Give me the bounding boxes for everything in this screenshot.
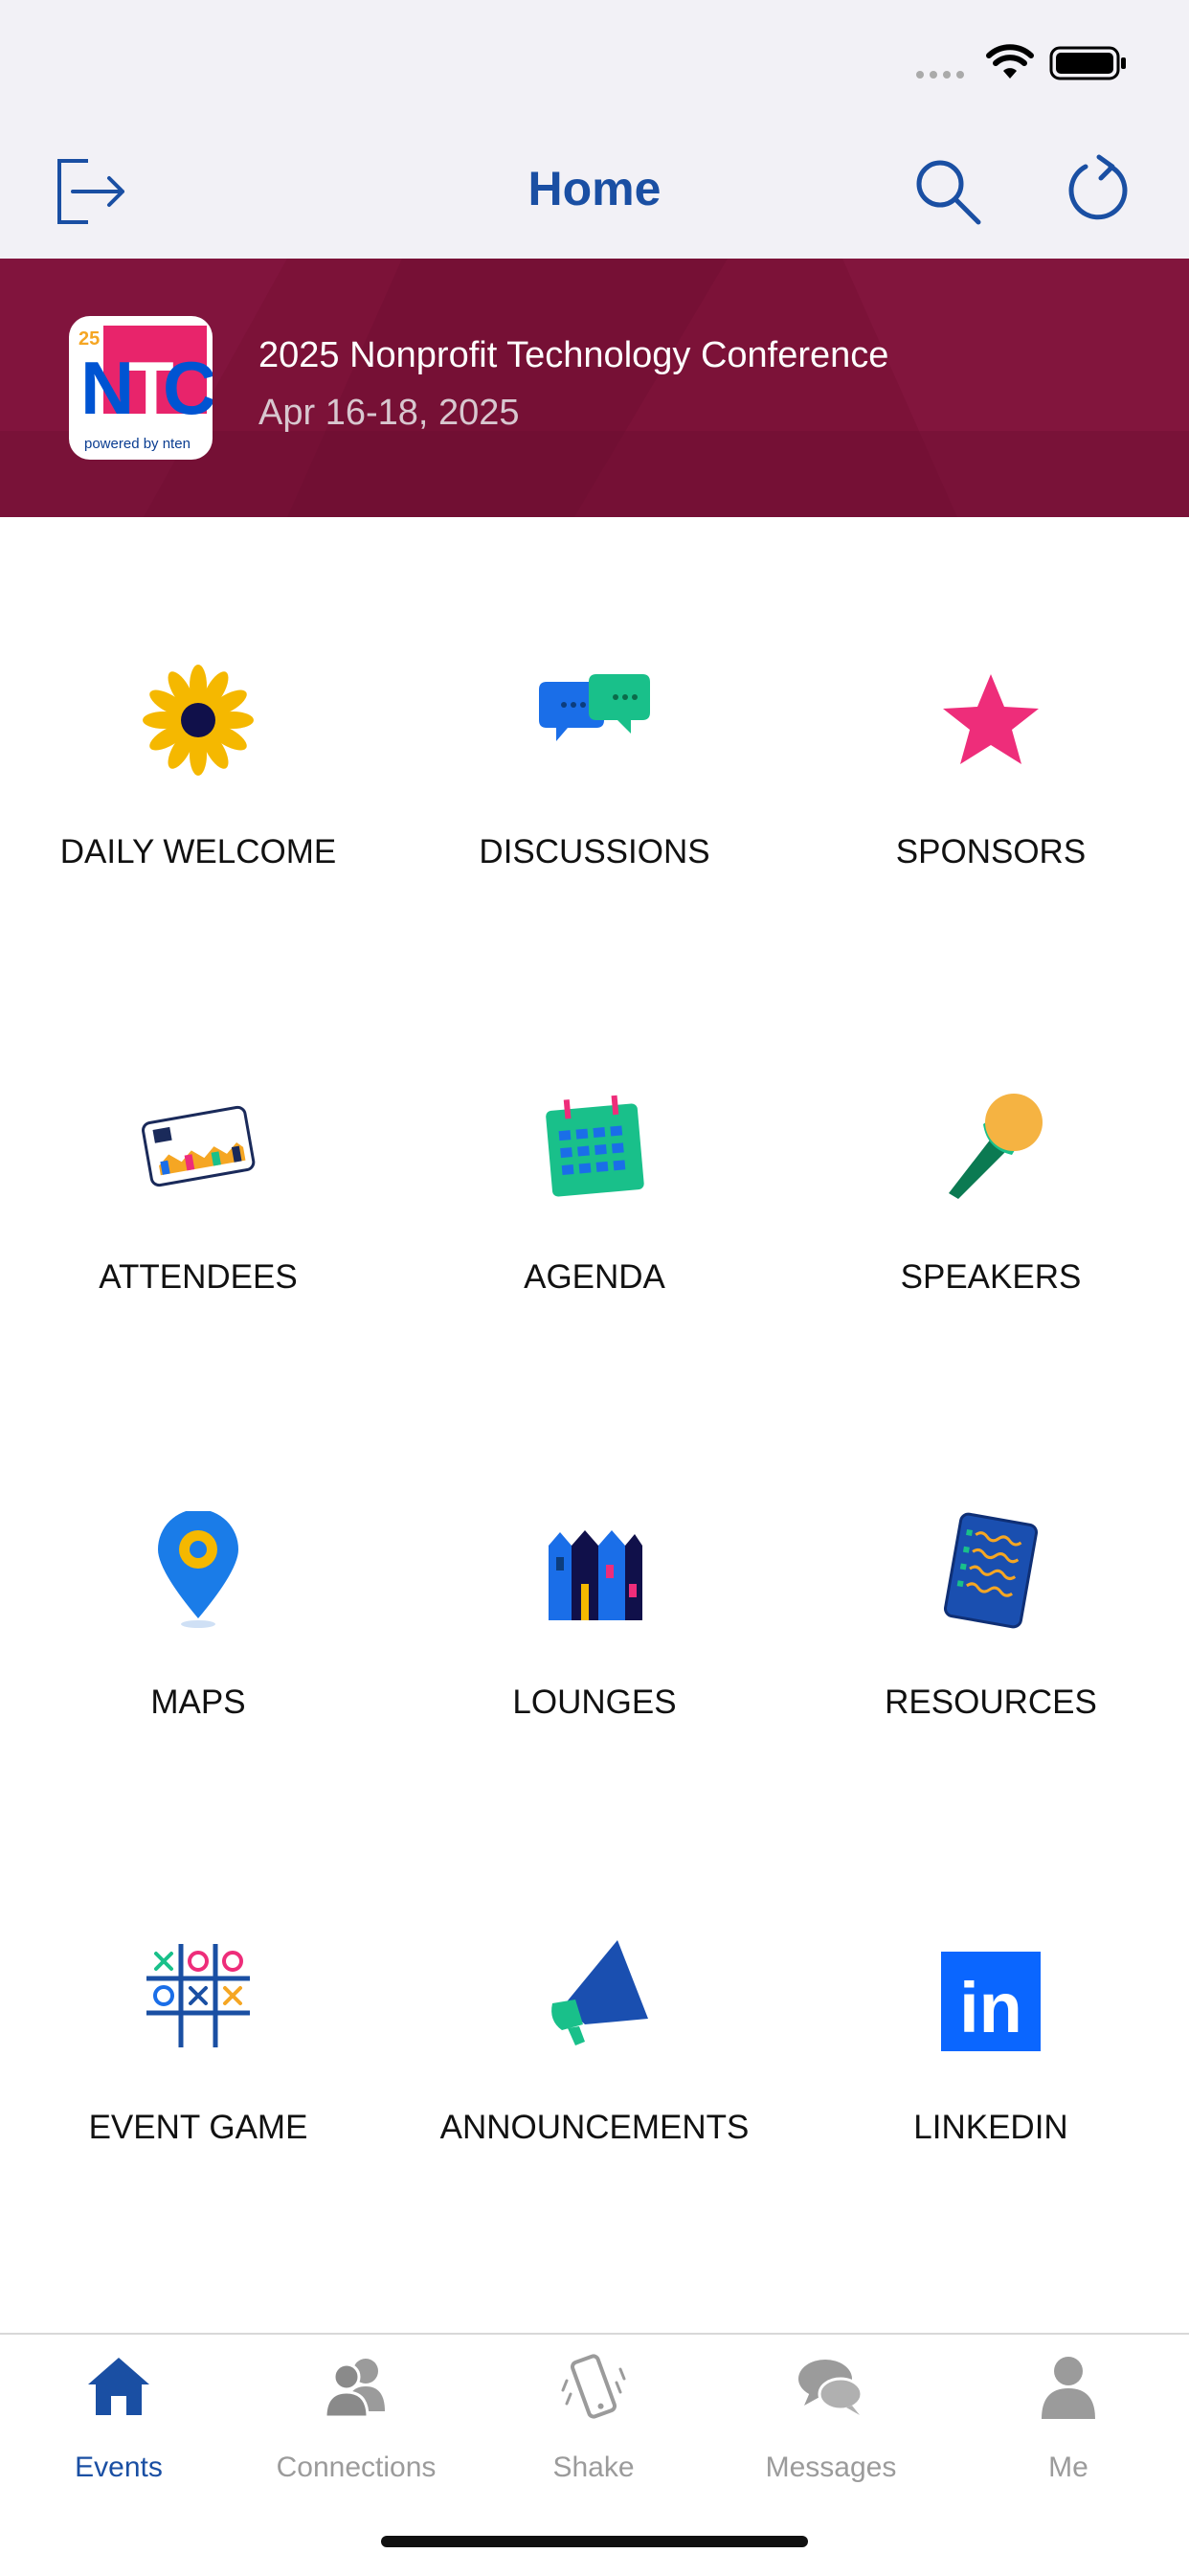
tab-label: Shake — [552, 2452, 635, 2483]
tile-label: SPONSORS — [895, 833, 1087, 870]
home-icon — [88, 2358, 149, 2415]
tab-label: Connections — [276, 2452, 437, 2483]
event-title: 2025 Nonprofit Technology Conference — [258, 335, 889, 375]
tile-lounges[interactable]: LOUNGES — [396, 1367, 793, 1793]
badge-card-icon — [142, 1105, 256, 1187]
chat-icon — [798, 2360, 864, 2415]
tile-label: RESOURCES — [885, 1683, 1097, 1721]
tab-events[interactable]: Events — [0, 2352, 237, 2496]
tile-sponsors[interactable]: SPONSORS — [793, 517, 1189, 942]
nav-bar: Home — [0, 124, 1189, 259]
tile-linkedin[interactable]: in LINKEDIN — [793, 1793, 1189, 2218]
search-icon — [916, 160, 981, 225]
tile-label: LOUNGES — [512, 1683, 677, 1721]
tile-discussions[interactable]: DISCUSSIONS — [396, 517, 793, 942]
refresh-icon — [1068, 154, 1128, 220]
microphone-icon — [949, 1094, 1043, 1199]
tile-maps[interactable]: MAPS — [0, 1367, 396, 1793]
ntc-logo: 25 N T C powered by nten — [77, 326, 213, 452]
svg-text:C: C — [163, 346, 213, 430]
tile-label: SPEAKERS — [900, 1258, 1082, 1296]
tab-connections[interactable]: Connections — [237, 2352, 475, 2496]
tab-label: Messages — [765, 2452, 897, 2483]
conference-logo: 25 N T C powered by nten — [69, 316, 213, 460]
tab-me[interactable]: Me — [950, 2352, 1187, 2496]
tic-tac-toe-icon — [146, 1944, 250, 2047]
tile-label: DISCUSSIONS — [479, 833, 710, 870]
page-title: Home — [527, 162, 662, 215]
sunflower-icon — [143, 665, 254, 776]
tile-label: AGENDA — [524, 1258, 665, 1296]
tile-label: EVENT GAME — [88, 2109, 308, 2146]
battery-icon — [1049, 46, 1126, 80]
tile-attendees[interactable]: ATTENDEES — [0, 942, 396, 1367]
tile-resources[interactable]: RESOURCES — [793, 1367, 1189, 1793]
tile-event-game[interactable]: EVENT GAME — [0, 1793, 396, 2218]
star-icon — [943, 674, 1039, 764]
tile-label: ANNOUNCEMENTS — [439, 2109, 750, 2146]
tab-label: Me — [1048, 2452, 1088, 2483]
tile-label: DAILY WELCOME — [59, 833, 337, 870]
svg-text:N: N — [80, 346, 134, 430]
svg-text:powered by nten: powered by nten — [84, 436, 191, 452]
wifi-icon — [986, 44, 1034, 79]
tile-speakers[interactable]: SPEAKERS — [793, 942, 1189, 1367]
svg-text:in: in — [959, 1968, 1022, 2047]
tile-label: MAPS — [150, 1683, 246, 1721]
event-date: Apr 16-18, 2025 — [258, 393, 520, 433]
tile-daily-welcome[interactable]: DAILY WELCOME — [0, 517, 396, 942]
chat-bubbles-icon — [539, 674, 650, 741]
tile-agenda[interactable]: AGENDA — [396, 942, 793, 1367]
person-icon — [1042, 2357, 1095, 2419]
refresh-button[interactable] — [1057, 151, 1137, 232]
status-bar — [0, 0, 1189, 124]
calendar-icon — [546, 1095, 644, 1197]
buildings-icon — [549, 1530, 642, 1620]
tab-shake[interactable]: Shake — [475, 2352, 712, 2496]
tab-label: Events — [75, 2452, 163, 2483]
tab-messages[interactable]: Messages — [712, 2352, 950, 2496]
home-indicator[interactable] — [381, 2536, 808, 2547]
megaphone-icon — [551, 1940, 648, 2045]
phone-shake-icon — [561, 2354, 626, 2419]
map-pin-icon — [158, 1511, 238, 1628]
tile-announcements[interactable]: ANNOUNCEMENTS — [396, 1793, 793, 2218]
signal-dots-icon — [916, 71, 964, 79]
event-banner[interactable]: 25 N T C powered by nten 2025 Nonprofit … — [0, 259, 1189, 517]
people-icon — [324, 2359, 385, 2419]
tile-label: LINKEDIN — [913, 2109, 1068, 2146]
linkedin-icon: in — [941, 1952, 1041, 2051]
search-button[interactable] — [908, 151, 988, 232]
notepad-icon — [943, 1512, 1039, 1629]
tile-label: ATTENDEES — [99, 1258, 298, 1296]
